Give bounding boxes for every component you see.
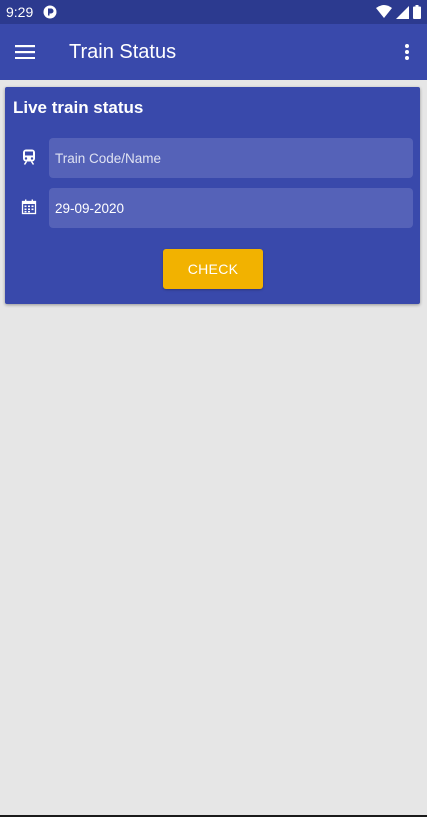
status-time: 9:29 <box>6 4 34 20</box>
page-title: Train Status <box>69 40 177 63</box>
wifi-icon <box>376 5 392 19</box>
live-train-status-card: Live train status Train Code/Name 29-09-… <box>5 87 420 304</box>
app-notification-icon <box>43 5 57 19</box>
calendar-icon <box>21 199 37 215</box>
card-title: Live train status <box>13 98 144 117</box>
battery-icon <box>413 5 421 19</box>
date-field-row <box>5 188 420 228</box>
status-bar: 9:29 <box>0 0 427 24</box>
train-code-input[interactable] <box>49 138 413 178</box>
more-vert-icon[interactable] <box>387 28 427 76</box>
check-button[interactable]: CHECK <box>163 249 263 289</box>
date-input[interactable] <box>49 188 413 228</box>
train-field-row <box>5 138 420 178</box>
app-bar: Train Status <box>0 24 427 80</box>
train-icon <box>21 149 37 165</box>
hamburger-menu-icon[interactable] <box>1 28 49 76</box>
signal-icon <box>396 5 409 19</box>
